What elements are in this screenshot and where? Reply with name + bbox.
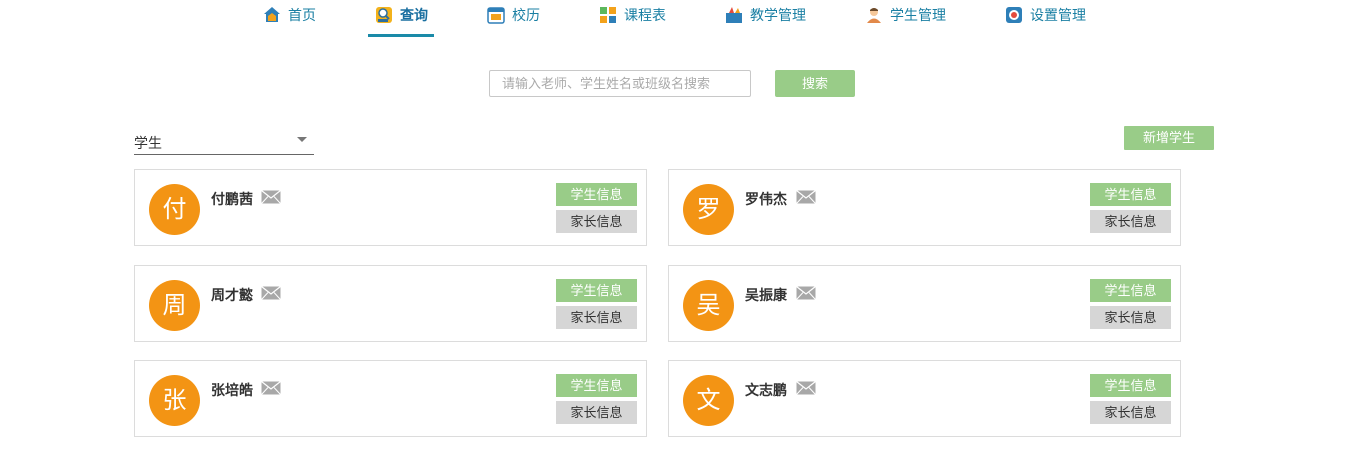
search-button[interactable]: 搜索 — [775, 70, 855, 97]
student-name[interactable]: 付鹏茜 — [211, 189, 253, 209]
avatar: 吴 — [683, 280, 734, 331]
student-info-button[interactable]: 学生信息 — [1090, 279, 1171, 302]
avatar: 罗 — [683, 184, 734, 235]
parent-info-button[interactable]: 家长信息 — [1090, 401, 1171, 424]
student-info-button[interactable]: 学生信息 — [1090, 183, 1171, 206]
settings-icon — [1006, 7, 1022, 23]
nav-item-settings-label: 设置管理 — [1030, 7, 1086, 23]
student-card: 张 张培皓 学生信息 家长信息 — [134, 360, 647, 437]
mail-icon[interactable] — [796, 286, 816, 300]
student-name[interactable]: 文志鹏 — [745, 380, 787, 400]
parent-info-button[interactable]: 家长信息 — [1090, 210, 1171, 233]
student-card: 付 付鹏茜 学生信息 家长信息 — [134, 169, 647, 246]
chevron-down-icon — [297, 137, 307, 142]
nav-item-calendar[interactable]: 校历 — [486, 0, 540, 38]
nav-item-teaching-label: 教学管理 — [750, 7, 806, 23]
nav-item-query-label: 查询 — [400, 7, 428, 23]
student-name[interactable]: 罗伟杰 — [745, 189, 787, 209]
timetable-icon — [600, 7, 616, 23]
student-card: 罗 罗伟杰 学生信息 家长信息 — [668, 169, 1181, 246]
mail-icon[interactable] — [261, 190, 281, 204]
student-card: 吴 吴振康 学生信息 家长信息 — [668, 265, 1181, 342]
mail-icon[interactable] — [261, 381, 281, 395]
nav-item-home-label: 首页 — [288, 7, 316, 23]
student-icon — [867, 8, 881, 23]
nav-item-home[interactable]: 首页 — [262, 0, 316, 38]
home-icon — [264, 7, 280, 22]
mail-icon[interactable] — [796, 381, 816, 395]
top-navigation: 首页 查询 校历 课程表 教学管理 学生管理 设置管理 — [0, 0, 1350, 38]
avatar: 付 — [149, 184, 200, 235]
calendar-icon — [487, 7, 505, 24]
avatar: 张 — [149, 375, 200, 426]
nav-item-calendar-label: 校历 — [512, 7, 540, 23]
search-input[interactable] — [489, 70, 751, 97]
mail-icon[interactable] — [796, 190, 816, 204]
student-info-button[interactable]: 学生信息 — [556, 183, 637, 206]
avatar: 周 — [149, 280, 200, 331]
nav-item-timetable[interactable]: 课程表 — [598, 0, 666, 38]
student-card: 周 周才懿 学生信息 家长信息 — [134, 265, 647, 342]
role-select-value: 学生 — [134, 135, 162, 151]
nav-item-teaching[interactable]: 教学管理 — [724, 0, 806, 38]
nav-item-query[interactable]: 查询 — [368, 0, 434, 38]
student-info-button[interactable]: 学生信息 — [1090, 374, 1171, 397]
parent-info-button[interactable]: 家长信息 — [1090, 306, 1171, 329]
parent-info-button[interactable]: 家长信息 — [556, 306, 637, 329]
teaching-icon — [726, 7, 742, 23]
student-name[interactable]: 张培皓 — [211, 380, 253, 400]
student-name[interactable]: 吴振康 — [745, 285, 787, 305]
parent-info-button[interactable]: 家长信息 — [556, 401, 637, 424]
nav-item-student-management-label: 学生管理 — [890, 7, 946, 23]
avatar: 文 — [683, 375, 734, 426]
nav-item-timetable-label: 课程表 — [624, 7, 666, 23]
nav-item-settings[interactable]: 设置管理 — [1004, 0, 1086, 38]
nav-item-student-management[interactable]: 学生管理 — [864, 0, 946, 38]
search-user-icon — [376, 7, 392, 23]
mail-icon[interactable] — [261, 286, 281, 300]
student-name[interactable]: 周才懿 — [211, 285, 253, 305]
parent-info-button[interactable]: 家长信息 — [556, 210, 637, 233]
role-select[interactable]: 学生 — [134, 128, 314, 155]
student-card: 文 文志鹏 学生信息 家长信息 — [668, 360, 1181, 437]
add-student-button[interactable]: 新增学生 — [1124, 126, 1214, 150]
student-info-button[interactable]: 学生信息 — [556, 279, 637, 302]
student-info-button[interactable]: 学生信息 — [556, 374, 637, 397]
